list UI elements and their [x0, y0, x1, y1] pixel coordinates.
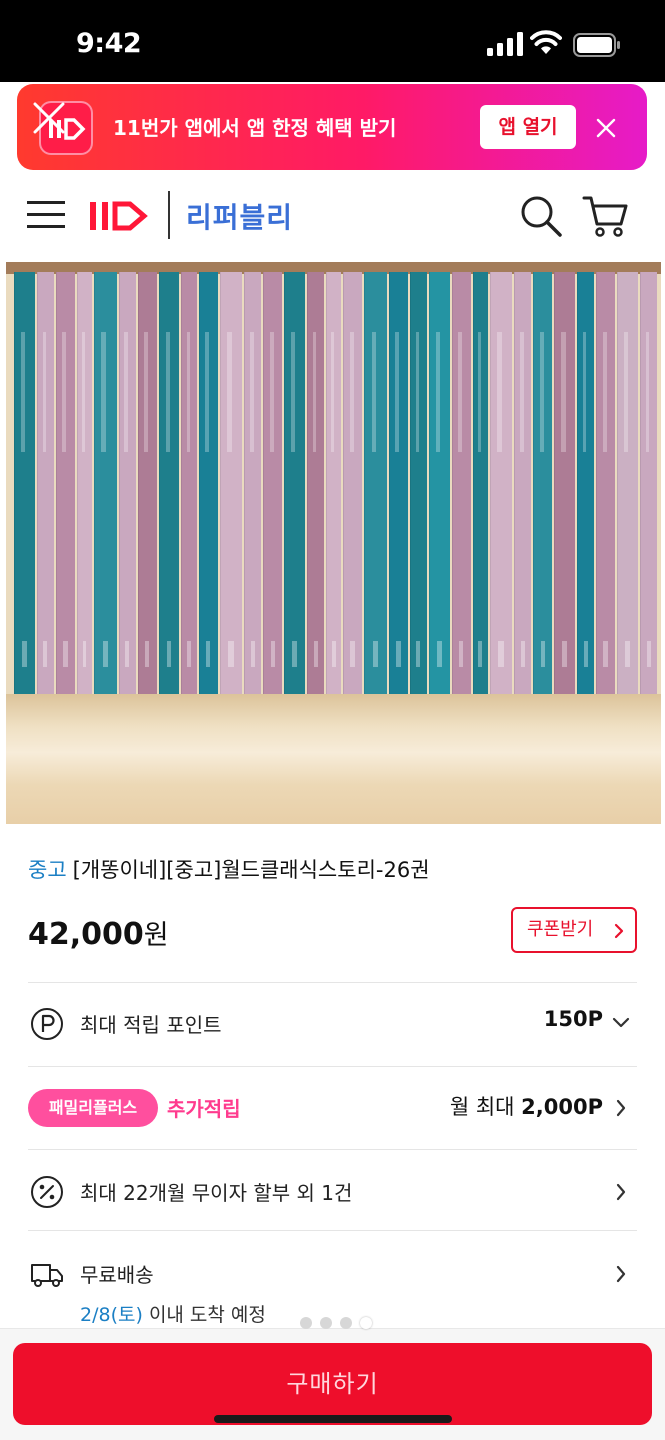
book-spine	[181, 272, 197, 697]
book-spine	[596, 272, 616, 697]
point-icon	[31, 1008, 63, 1040]
book-spine	[76, 272, 92, 697]
book-spine	[93, 272, 117, 697]
book-spine	[158, 272, 180, 697]
book-spine	[55, 272, 75, 697]
book-spine	[343, 272, 363, 697]
delivery-eta: 2/8(토) 이내 도착 예정	[80, 1300, 266, 1327]
page-dot	[300, 1317, 312, 1329]
book-spine	[244, 272, 262, 697]
book-spine	[14, 272, 35, 697]
close-icon[interactable]	[595, 117, 617, 139]
product-title: 중고 [개똥이네][중고]월드클래식스토리-26권	[28, 854, 430, 884]
chevron-right-icon	[616, 1099, 626, 1117]
book-spine	[219, 272, 243, 697]
divider	[28, 1230, 637, 1231]
book-spine	[451, 272, 471, 697]
book-spine	[388, 272, 408, 697]
book-spine	[326, 272, 342, 697]
store-name[interactable]: 리퍼블리	[186, 196, 293, 236]
price-value: 42,000	[28, 917, 144, 952]
book-spine	[533, 272, 553, 697]
cart-icon[interactable]	[582, 192, 628, 238]
delivery-label: 무료배송	[80, 1263, 154, 1287]
book-spine	[489, 272, 513, 697]
chevron-down-icon[interactable]	[611, 1016, 631, 1030]
book-spine	[554, 272, 576, 697]
condition-label: 중고	[28, 858, 67, 882]
11st-logo[interactable]	[88, 198, 152, 234]
shelf-board	[6, 694, 661, 824]
family-plus-row[interactable]: 패밀리플러스 추가적립 월 최대 2,000P	[28, 1079, 637, 1139]
chevron-right-icon	[614, 923, 624, 939]
book-spine	[639, 272, 657, 697]
home-indicator	[214, 1415, 452, 1423]
delivery-date: 2/8(토)	[80, 1304, 143, 1326]
book-spines	[14, 272, 659, 697]
book-spine	[428, 272, 450, 697]
book-spine	[137, 272, 157, 697]
chevron-right-icon	[616, 1265, 626, 1283]
top-header: 리퍼블리	[0, 174, 665, 260]
delivery-eta-text: 이내 도착 예정	[148, 1304, 266, 1326]
coupon-label: 쿠폰받기	[527, 919, 594, 940]
installment-label: 최대 22개월 무이자 할부 외 1건	[80, 1181, 353, 1205]
buy-button[interactable]: 구매하기	[13, 1343, 652, 1425]
points-label: 최대 적립 포인트	[80, 1013, 222, 1037]
family-value: 월 최대 2,000P	[449, 1095, 603, 1119]
points-row[interactable]: 최대 적립 포인트 150P	[28, 995, 637, 1055]
get-coupon-button[interactable]: 쿠폰받기	[511, 907, 637, 953]
cellular-signal-icon	[487, 32, 523, 56]
hamburger-menu-icon[interactable]	[27, 196, 65, 232]
book-spine	[617, 272, 638, 697]
book-spine	[577, 272, 595, 697]
delivery-row[interactable]: 무료배송	[28, 1245, 637, 1305]
book-spine	[284, 272, 305, 697]
page-dot	[320, 1317, 332, 1329]
book-spine	[36, 272, 54, 697]
search-icon[interactable]	[519, 194, 563, 238]
app-banner-container: 11번가 앱에서 앱 한정 혜택 받기 앱 열기	[0, 82, 665, 174]
app-promo-banner[interactable]: 11번가 앱에서 앱 한정 혜택 받기 앱 열기	[17, 84, 647, 170]
dismiss-x-icon[interactable]	[29, 98, 69, 138]
status-bar: 9:42	[0, 0, 665, 82]
percent-icon	[31, 1176, 63, 1208]
book-spine	[198, 272, 218, 697]
product-name: [개똥이네][중고]월드클래식스토리-26권	[72, 858, 430, 882]
wifi-icon	[530, 30, 562, 54]
book-spine	[514, 272, 532, 697]
chevron-right-icon	[616, 1183, 626, 1201]
truck-icon	[31, 1264, 63, 1287]
page-indicator	[300, 1317, 372, 1329]
status-time: 9:42	[76, 28, 142, 59]
points-value: 150P	[543, 1007, 603, 1031]
banner-text: 11번가 앱에서 앱 한정 혜택 받기	[113, 116, 397, 140]
family-extra-label: 추가적립	[167, 1097, 241, 1121]
header-divider	[168, 191, 170, 239]
book-spine	[409, 272, 427, 697]
divider	[28, 1066, 637, 1067]
family-plus-badge: 패밀리플러스	[28, 1089, 158, 1127]
open-app-button[interactable]: 앱 열기	[480, 105, 576, 149]
book-spine	[364, 272, 387, 697]
book-spine	[118, 272, 136, 697]
divider	[28, 1149, 637, 1150]
book-spine	[263, 272, 283, 697]
book-spine	[472, 272, 488, 697]
installment-row[interactable]: 최대 22개월 무이자 할부 외 1건	[28, 1163, 637, 1223]
battery-icon	[573, 33, 620, 57]
divider	[28, 982, 637, 983]
book-spine	[306, 272, 325, 697]
price-currency: 원	[143, 920, 169, 951]
product-price: 42,000원	[28, 913, 169, 952]
product-image[interactable]	[6, 262, 661, 824]
page-dot	[340, 1317, 352, 1329]
page-dot-active	[360, 1317, 372, 1329]
